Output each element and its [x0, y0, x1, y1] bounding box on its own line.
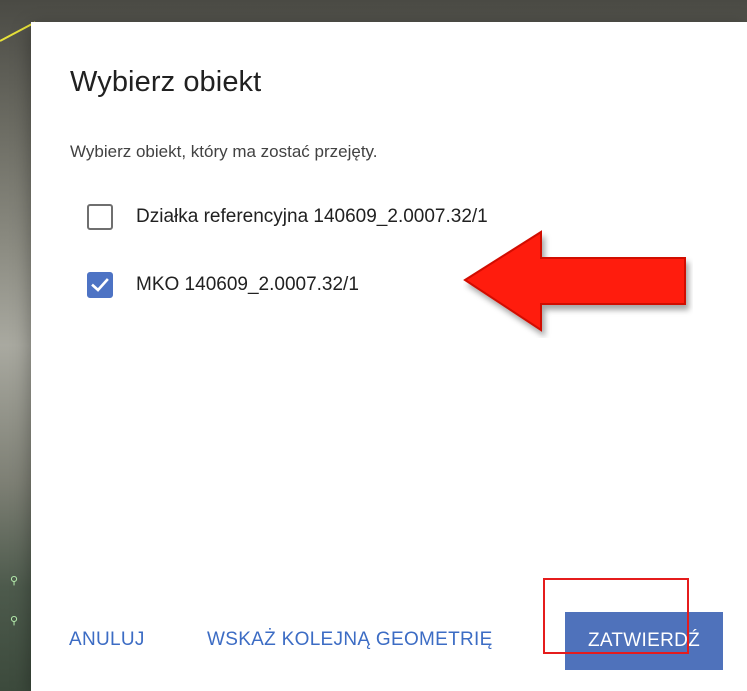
checkbox-mko[interactable]: [87, 272, 113, 298]
select-next-geometry-button[interactable]: WSKAŻ KOLEJNĄ GEOMETRIĘ: [207, 610, 493, 670]
arrow-left-icon: [463, 230, 686, 332]
cancel-button[interactable]: ANULUJ: [69, 610, 145, 670]
dialog-actions: ANULUJ WSKAŻ KOLEJNĄ GEOMETRIĘ ZATWIERDŹ: [31, 610, 747, 670]
option-label: MKO 140609_2.0007.32/1: [136, 274, 359, 295]
check-icon: [91, 278, 109, 292]
checkbox-reference-parcel[interactable]: [87, 204, 113, 230]
confirm-button[interactable]: ZATWIERDŹ: [565, 612, 723, 670]
option-reference-parcel[interactable]: Działka referencyjna 140609_2.0007.32/1: [87, 202, 488, 232]
map-pin-icon: ⚲: [10, 615, 19, 627]
option-mko[interactable]: MKO 140609_2.0007.32/1: [87, 270, 359, 300]
select-object-dialog: Wybierz obiekt Wybierz obiekt, który ma …: [31, 22, 747, 691]
map-pin-icon: ⚲: [10, 575, 19, 587]
dialog-subtitle: Wybierz obiekt, który ma zostać przejęty…: [70, 142, 378, 161]
option-label: Działka referencyjna 140609_2.0007.32/1: [136, 206, 488, 227]
dialog-title: Wybierz obiekt: [70, 66, 262, 98]
